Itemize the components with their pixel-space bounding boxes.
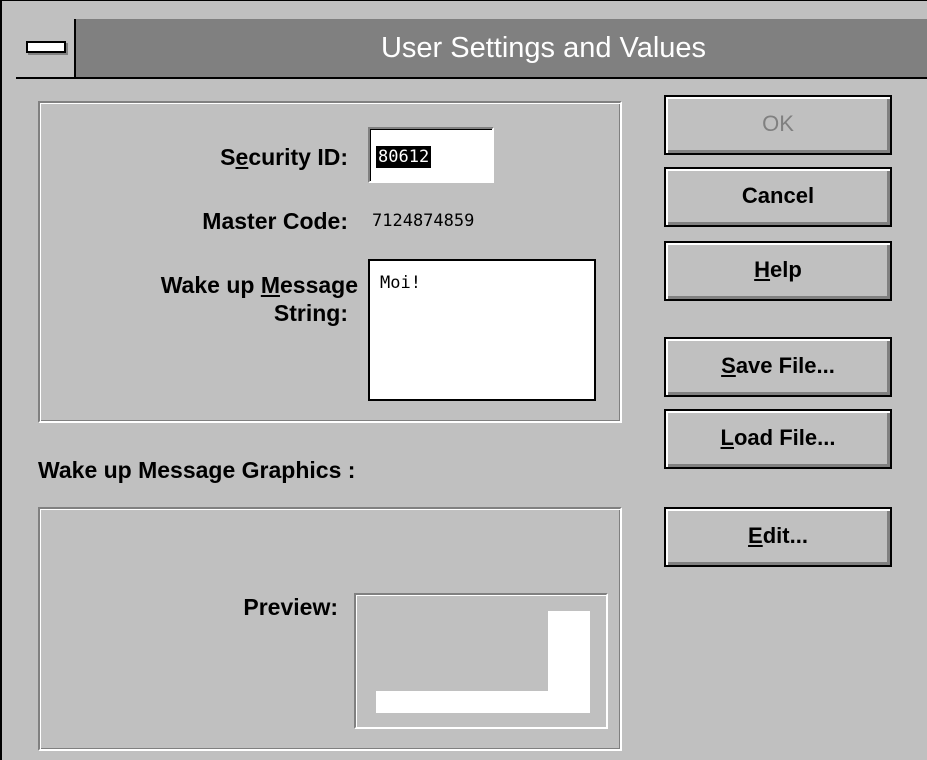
system-menu-button[interactable] [16,19,76,77]
help-button[interactable]: Help [664,241,892,301]
security-id-label: Security ID: [220,144,348,170]
cancel-button[interactable]: Cancel [664,167,892,227]
preview-graphic [376,611,590,713]
security-id-value: 80612 [376,146,432,168]
dialog-window: User Settings and Values Security ID: 80… [0,0,927,760]
edit-button[interactable]: Edit... [664,507,892,567]
master-code-label: Master Code: [202,208,348,234]
wake-message-textarea[interactable]: Moi! [368,259,596,401]
graphics-section-label: Wake up Message Graphics : [38,457,356,483]
system-menu-icon [26,41,66,53]
save-file-button[interactable]: Save File... [664,337,892,397]
load-file-button[interactable]: Load File... [664,409,892,469]
preview-label: Preview: [243,594,338,620]
wake-message-label-line2: String: [273,300,348,326]
security-id-input[interactable]: 80612 [368,127,494,183]
wake-message-label: Wake up Message [160,272,358,298]
ok-button[interactable]: OK [664,95,892,155]
master-code-value: 7124874859 [372,211,475,231]
title-bar[interactable]: User Settings and Values [16,19,927,79]
graphics-preview [354,593,608,729]
window-title: User Settings and Values [380,32,707,64]
